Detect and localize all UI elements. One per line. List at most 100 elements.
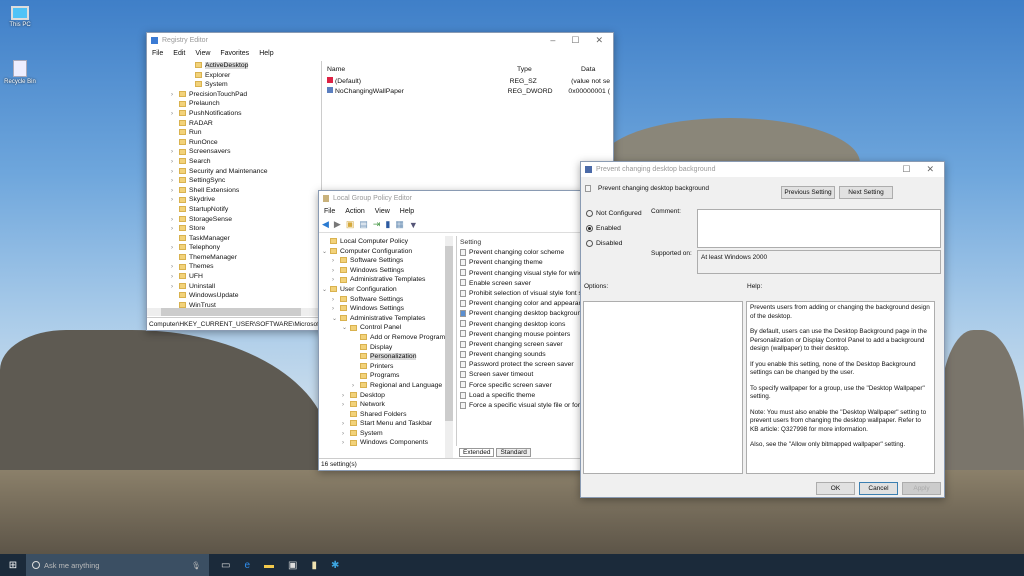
tree-item[interactable]: › SettingSync <box>167 176 321 186</box>
filter-icon[interactable]: ▼ <box>409 220 418 230</box>
tree-item[interactable]: Run <box>167 128 321 138</box>
tree-scrollbar[interactable] <box>147 308 322 316</box>
tree-item[interactable]: Shared Folders <box>322 410 452 420</box>
tree-item[interactable]: StartupNotify <box>167 205 321 215</box>
microphone-icon[interactable]: 🎙 <box>191 561 201 570</box>
menu-help[interactable]: Help <box>400 208 414 215</box>
setting-row[interactable]: Enable screen saver <box>460 279 579 289</box>
menu-file[interactable]: File <box>152 50 163 57</box>
tree-item[interactable]: › Search <box>167 157 321 167</box>
setting-row[interactable]: Load a specific theme <box>460 391 579 401</box>
tree-item[interactable]: Printers <box>322 362 452 372</box>
back-icon[interactable]: ◀ <box>322 219 329 230</box>
tree-item[interactable]: › Shell Extensions <box>167 186 321 196</box>
tree-item[interactable]: › Screensavers <box>167 147 321 157</box>
column-setting[interactable]: Setting <box>460 238 579 248</box>
key-tree[interactable]: ActiveDesktop Explorer System › PrecisionTou… <box>147 61 322 310</box>
tree-item[interactable]: › UFH <box>167 272 321 282</box>
start-button[interactable]: ⊞ <box>0 560 26 571</box>
chevron-down-icon[interactable]: ⌄ <box>322 248 330 258</box>
close-button[interactable]: ✕ <box>926 164 934 175</box>
title-bar[interactable]: Local Group Policy Editor <box>319 191 582 206</box>
column-name[interactable]: Name <box>327 65 517 75</box>
tree-item[interactable]: › Security and Maintenance <box>167 167 321 177</box>
setting-row[interactable]: Prevent changing sounds <box>460 350 579 360</box>
next-setting-button[interactable]: Next Setting <box>839 186 893 199</box>
setting-row[interactable]: Prevent changing desktop background <box>460 309 582 319</box>
tree-item[interactable]: Local Computer Policy <box>322 237 452 247</box>
tree-item[interactable]: › Skydrive <box>167 195 321 205</box>
task-view-icon[interactable]: ▭ <box>221 560 230 571</box>
tree-item[interactable]: › Desktop <box>322 391 452 401</box>
value-row[interactable]: (Default) REG_SZ (value not se <box>327 77 610 87</box>
comment-input[interactable] <box>697 209 941 248</box>
help-icon[interactable]: ▮ <box>385 219 390 230</box>
tree-item[interactable]: ThemeManager <box>167 253 321 263</box>
edge-icon[interactable]: e <box>244 560 250 571</box>
tree-item[interactable]: Add or Remove Programs <box>322 333 452 343</box>
chevron-down-icon[interactable]: ⌄ <box>322 286 330 296</box>
menu-file[interactable]: File <box>324 208 335 215</box>
tree-item[interactable]: › System <box>322 429 452 439</box>
menu-edit[interactable]: Edit <box>173 50 185 57</box>
show-hide-tree-icon[interactable]: ▤ <box>359 219 368 230</box>
title-bar[interactable]: Registry Editor – ☐ ✕ <box>147 33 613 48</box>
previous-setting-button[interactable]: Previous Setting <box>781 186 835 199</box>
tree-item[interactable]: ActiveDesktop <box>167 61 321 71</box>
close-button[interactable]: ✕ <box>595 35 603 46</box>
setting-row[interactable]: Force a specific visual style file or fo… <box>460 401 582 411</box>
tree-item[interactable]: › Software Settings <box>322 295 452 305</box>
tree-item[interactable]: ⌄ User Configuration <box>322 285 452 295</box>
policy-tree[interactable]: Local Computer Policy ⌄ Computer Configura… <box>322 236 452 446</box>
tab-standard[interactable]: Standard <box>496 448 531 457</box>
setting-row[interactable]: Password protect the screen saver <box>460 360 579 370</box>
setting-row[interactable]: Force specific screen saver <box>460 381 579 391</box>
apply-button[interactable]: Apply <box>902 482 941 495</box>
tree-item[interactable]: › Network <box>322 400 452 410</box>
tree-item[interactable]: RunOnce <box>167 138 321 148</box>
tree-item[interactable]: ⌄ Control Panel <box>322 323 452 333</box>
setting-row[interactable]: Screen saver timeout <box>460 370 579 380</box>
chevron-right-icon[interactable]: › <box>342 439 350 446</box>
desktop-icon-this-pc[interactable]: This PC <box>0 6 40 28</box>
tree-item[interactable]: › Administrative Templates <box>322 275 452 285</box>
registry-taskbar-icon[interactable]: ▮ <box>311 560 317 571</box>
radio-not-configured[interactable]: Not Configured <box>586 210 642 217</box>
tree-item[interactable]: › Windows Components <box>322 438 452 446</box>
tree-item[interactable]: WindowsUpdate <box>167 291 321 301</box>
tree-item[interactable]: › Regional and Language <box>322 381 452 391</box>
column-type[interactable]: Type <box>517 65 581 75</box>
setting-row[interactable]: Prohibit selection of visual style font … <box>460 289 582 299</box>
tree-item[interactable]: › PushNotifications <box>167 109 321 119</box>
menu-view[interactable]: View <box>195 50 210 57</box>
cancel-button[interactable]: Cancel <box>859 482 898 495</box>
file-explorer-icon[interactable]: ▬ <box>264 560 274 571</box>
tab-extended[interactable]: Extended <box>459 448 495 457</box>
setting-row[interactable]: Prevent changing desktop icons <box>460 320 579 330</box>
desktop-icon-recycle-bin[interactable]: Recycle Bin <box>0 60 40 85</box>
tree-item[interactable]: Programs <box>322 371 452 381</box>
value-row[interactable]: NoChangingWallPaper REG_DWORD 0x00000001 ( <box>327 87 610 97</box>
tree-item[interactable]: ⌄ Administrative Templates <box>322 314 452 324</box>
menu-favorites[interactable]: Favorites <box>220 50 249 57</box>
tree-item[interactable]: › Windows Settings <box>322 266 452 276</box>
radio-disabled[interactable]: Disabled <box>586 240 622 247</box>
tree-item[interactable]: Explorer <box>167 71 321 81</box>
setting-row[interactable]: Prevent changing theme <box>460 258 579 268</box>
group-policy-taskbar-icon[interactable]: ✱ <box>331 560 339 571</box>
menu-help[interactable]: Help <box>259 50 273 57</box>
maximize-button[interactable]: ☐ <box>571 35 579 46</box>
minimize-button[interactable]: – <box>550 35 555 46</box>
chevron-down-icon[interactable]: ⌄ <box>332 315 340 325</box>
tree-item[interactable]: › Telephony <box>167 243 321 253</box>
tree-item[interactable]: › Uninstall <box>167 282 321 292</box>
up-folder-icon[interactable]: ▣ <box>346 219 355 230</box>
tree-item[interactable]: › Start Menu and Taskbar <box>322 419 452 429</box>
menu-view[interactable]: View <box>375 208 390 215</box>
store-icon[interactable]: ▣ <box>288 560 297 571</box>
chevron-down-icon[interactable]: ⌄ <box>342 324 350 334</box>
tree-item[interactable]: › Themes <box>167 262 321 272</box>
tree-item[interactable]: › StorageSense <box>167 215 321 225</box>
tree-scrollbar[interactable] <box>445 236 453 458</box>
radio-enabled[interactable]: Enabled <box>586 225 621 232</box>
